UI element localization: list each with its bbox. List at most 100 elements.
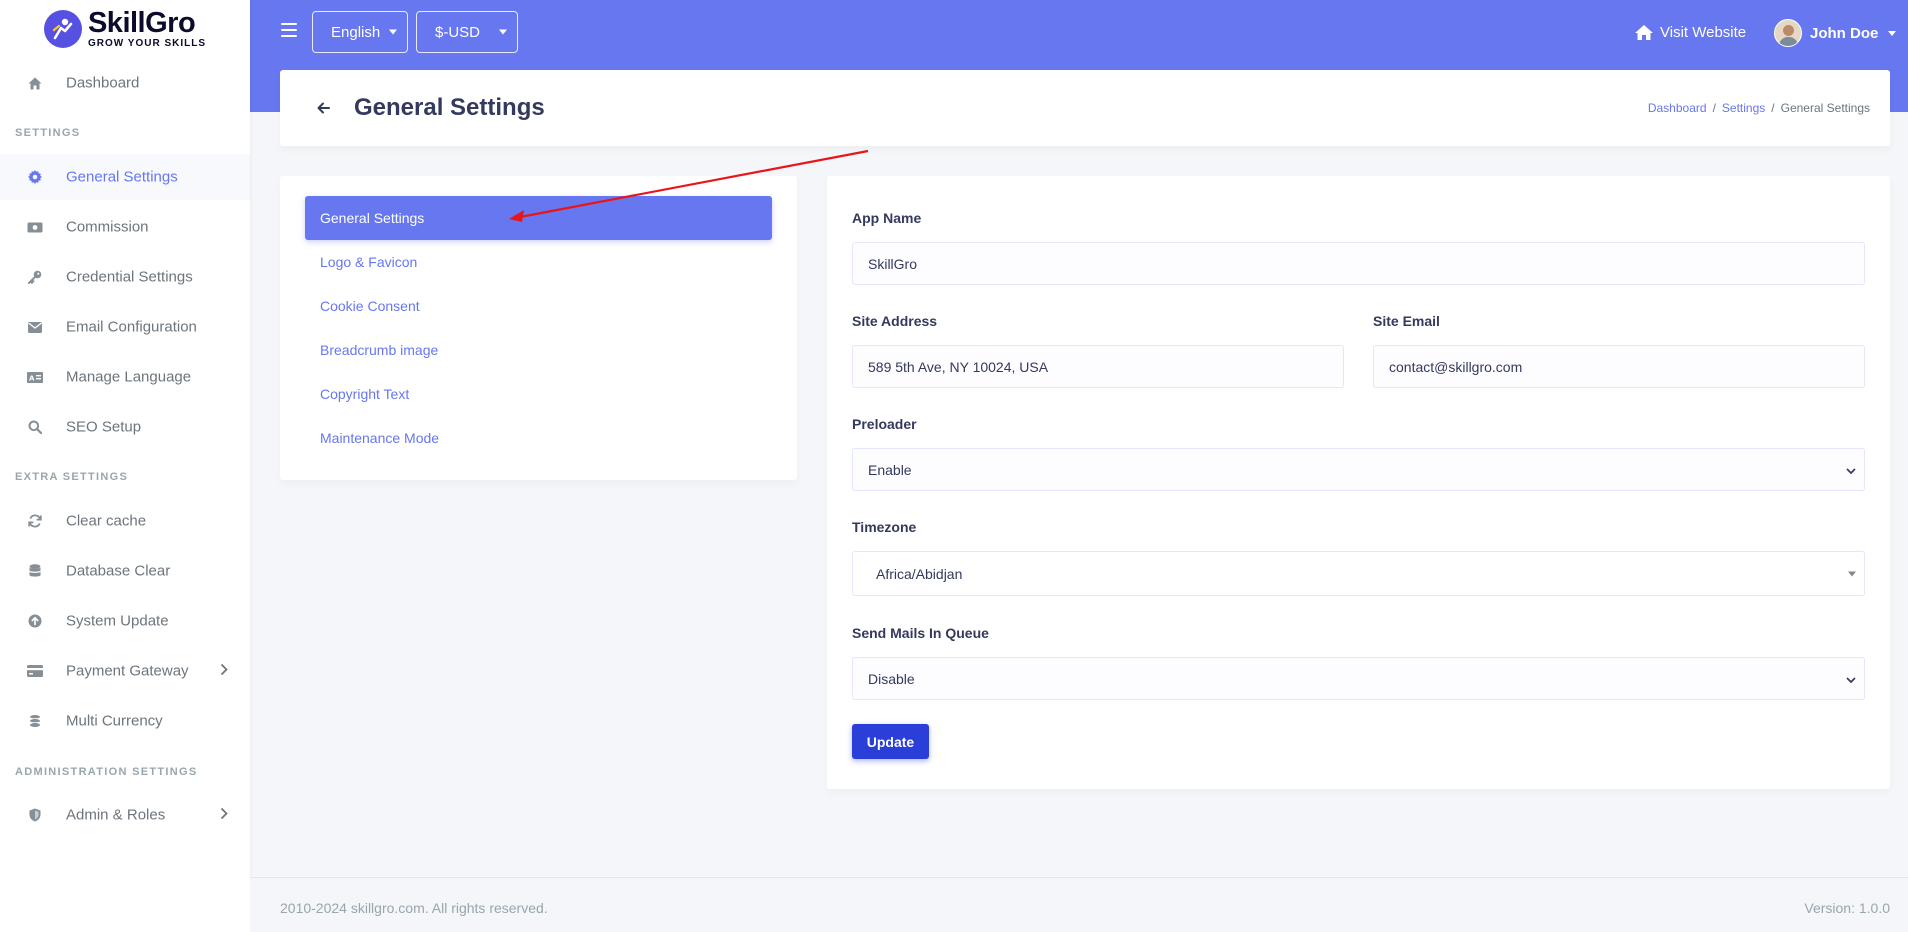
breadcrumb-dashboard-link[interactable]: Dashboard bbox=[1648, 101, 1707, 115]
sidebar-item-label: System Update bbox=[66, 612, 169, 630]
site-address-value: 589 5th Ave, NY 10024, USA bbox=[868, 358, 1049, 375]
shield-icon bbox=[27, 807, 43, 823]
sidebar-item-label: Email Configuration bbox=[66, 318, 197, 336]
brand-name: SkillGro bbox=[87, 7, 196, 39]
sidebar-item-commission[interactable]: Commission bbox=[0, 204, 250, 250]
breadcrumb-settings-link[interactable]: Settings bbox=[1722, 101, 1765, 115]
home-icon bbox=[1635, 24, 1653, 40]
gear-icon bbox=[27, 169, 43, 185]
sidebar: SkillGro GROW YOUR SKILLS Dashboard SETT… bbox=[0, 0, 250, 932]
caret-down-icon bbox=[1848, 571, 1856, 576]
settings-tab-label: Copyright Text bbox=[320, 386, 410, 402]
back-arrow-icon[interactable] bbox=[314, 98, 334, 118]
settings-tab-label: Logo & Favicon bbox=[320, 254, 418, 270]
breadcrumb-current: General Settings bbox=[1780, 101, 1870, 115]
visit-website-link[interactable]: Visit Website bbox=[1634, 20, 1746, 44]
caret-down-icon bbox=[499, 29, 507, 35]
chevron-right-icon bbox=[220, 807, 228, 824]
sidebar-item-payment-gateway[interactable]: Payment Gateway bbox=[0, 648, 250, 694]
sidebar-item-database-clear[interactable]: Database Clear bbox=[0, 548, 250, 594]
sidebar-item-label: Multi Currency bbox=[66, 712, 163, 730]
sidebar-item-label: Admin & Roles bbox=[66, 806, 166, 824]
sidebar-item-label: Dashboard bbox=[66, 74, 140, 92]
chevron-right-icon bbox=[220, 663, 228, 680]
sidebar-item-manage-language[interactable]: A Manage Language bbox=[0, 354, 250, 400]
credit-card-icon bbox=[27, 663, 43, 679]
currency-select-value: $-USD bbox=[435, 23, 481, 41]
send-mails-label: Send Mails In Queue bbox=[852, 625, 989, 641]
site-address-input[interactable]: 589 5th Ave, NY 10024, USA bbox=[852, 345, 1344, 388]
brand-tagline: GROW YOUR SKILLS bbox=[87, 38, 207, 49]
sidebar-item-dashboard[interactable]: Dashboard bbox=[0, 60, 250, 106]
app-name-input[interactable]: SkillGro bbox=[852, 242, 1865, 285]
sidebar-item-admin-roles[interactable]: Admin & Roles bbox=[0, 792, 250, 838]
key-icon bbox=[27, 269, 43, 285]
sidebar-item-label: Manage Language bbox=[66, 368, 192, 386]
sidebar-item-label: Database Clear bbox=[66, 562, 171, 580]
settings-tab-breadcrumb-image[interactable]: Breadcrumb image bbox=[305, 328, 772, 372]
timezone-select[interactable]: Africa/Abidjan bbox=[852, 551, 1865, 596]
language-select[interactable]: English bbox=[312, 11, 408, 53]
preloader-label: Preloader bbox=[852, 416, 917, 432]
language-icon: A bbox=[27, 369, 43, 385]
sidebar-section-label: EXTRA SETTINGS bbox=[15, 471, 129, 483]
preloader-select[interactable]: Enable bbox=[852, 448, 1865, 491]
sidebar-item-system-update[interactable]: System Update bbox=[0, 598, 250, 644]
settings-tab-general-settings[interactable]: General Settings bbox=[305, 196, 772, 240]
settings-tab-label: Cookie Consent bbox=[320, 298, 420, 314]
sidebar-item-label: General Settings bbox=[66, 168, 178, 186]
breadcrumb-separator: / bbox=[1771, 101, 1775, 115]
site-email-input[interactable]: contact@skillgro.com bbox=[1373, 345, 1865, 388]
svg-text:A: A bbox=[29, 374, 35, 382]
settings-tab-cookie-consent[interactable]: Cookie Consent bbox=[305, 284, 772, 328]
home-icon bbox=[27, 75, 43, 91]
settings-tab-copyright-text[interactable]: Copyright Text bbox=[305, 372, 772, 416]
sidebar-item-credential-settings[interactable]: Credential Settings bbox=[0, 254, 250, 300]
sidebar-item-label: SEO Setup bbox=[66, 418, 142, 436]
footer: 2010-2024 skillgro.com. All rights reser… bbox=[250, 877, 1908, 932]
sidebar-item-multi-currency[interactable]: Multi Currency bbox=[0, 698, 250, 744]
envelope-icon bbox=[27, 319, 43, 335]
footer-copyright: 2010-2024 skillgro.com. All rights reser… bbox=[280, 900, 548, 916]
sidebar-section-label: SETTINGS bbox=[15, 127, 81, 139]
menu-toggle-icon[interactable] bbox=[281, 23, 297, 37]
settings-tab-logo-favicon[interactable]: Logo & Favicon bbox=[305, 240, 772, 284]
user-menu[interactable]: John Doe bbox=[1774, 19, 1897, 47]
send-mails-select[interactable]: Disable bbox=[852, 657, 1865, 700]
language-select-value: English bbox=[331, 23, 381, 41]
database-icon bbox=[27, 563, 43, 579]
timezone-value: Africa/Abidjan bbox=[876, 565, 963, 582]
settings-nav-card: General Settings Logo & Favicon Cookie C… bbox=[280, 176, 797, 480]
site-email-label: Site Email bbox=[1373, 313, 1440, 329]
search-icon bbox=[27, 419, 43, 435]
caret-down-icon bbox=[1888, 30, 1897, 36]
sidebar-item-seo-setup[interactable]: SEO Setup bbox=[0, 404, 250, 450]
sidebar-item-label: Payment Gateway bbox=[66, 662, 189, 680]
user-name: John Doe bbox=[1810, 24, 1879, 42]
visit-website-label: Visit Website bbox=[1660, 23, 1747, 41]
currency-select[interactable]: $-USD bbox=[416, 11, 518, 53]
sidebar-item-label: Commission bbox=[66, 218, 149, 236]
sidebar-section-label: ADMINISTRATION SETTINGS bbox=[15, 766, 198, 778]
page-title: General Settings bbox=[354, 94, 545, 121]
app-name-label: App Name bbox=[852, 210, 922, 226]
update-button[interactable]: Update bbox=[852, 724, 929, 759]
sidebar-item-email-configuration[interactable]: Email Configuration bbox=[0, 304, 250, 350]
sidebar-item-general-settings[interactable]: General Settings bbox=[0, 154, 250, 200]
footer-version: Version: 1.0.0 bbox=[1804, 900, 1890, 916]
chevron-down-icon bbox=[1846, 671, 1856, 687]
timezone-label: Timezone bbox=[852, 519, 917, 535]
sidebar-item-label: Credential Settings bbox=[66, 268, 193, 286]
breadcrumb: Dashboard / Settings / General Settings bbox=[1648, 101, 1870, 115]
brand-logo[interactable]: SkillGro GROW YOUR SKILLS bbox=[0, 0, 250, 56]
avatar bbox=[1774, 19, 1802, 47]
site-email-value: contact@skillgro.com bbox=[1389, 358, 1523, 375]
upload-circle-icon bbox=[27, 613, 43, 629]
logo-icon bbox=[43, 10, 82, 48]
send-mails-value: Disable bbox=[868, 670, 915, 687]
app-name-value: SkillGro bbox=[868, 255, 918, 272]
sidebar-item-clear-cache[interactable]: Clear cache bbox=[0, 498, 250, 544]
settings-tab-label: General Settings bbox=[320, 210, 425, 226]
settings-tab-maintenance-mode[interactable]: Maintenance Mode bbox=[305, 416, 772, 460]
coins-icon bbox=[27, 713, 43, 729]
